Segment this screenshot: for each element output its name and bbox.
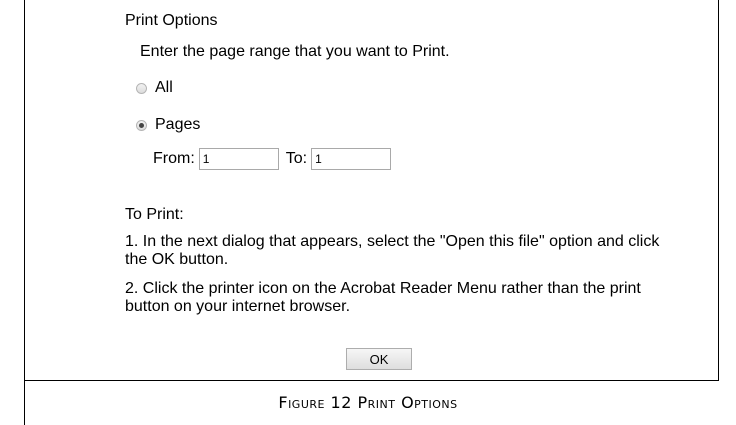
to-page-input[interactable]	[311, 148, 392, 170]
radio-pages-label: Pages	[155, 116, 201, 133]
radio-option-all[interactable]: All	[136, 79, 173, 97]
radio-option-pages[interactable]: Pages	[136, 116, 200, 134]
print-step-2: 2. Click the printer icon on the Acrobat…	[125, 280, 641, 315]
figure-caption: Figure 12 Print Options	[278, 393, 458, 412]
page-range-row: From: To:	[153, 148, 392, 170]
radio-all-button[interactable]	[136, 82, 147, 94]
from-page-input[interactable]	[198, 148, 279, 170]
dialog-title: Print Options	[125, 12, 218, 29]
from-label: From:	[153, 150, 195, 167]
radio-pages-button[interactable]	[136, 119, 147, 131]
frame-right-border	[718, 0, 719, 380]
page-range-instruction: Enter the page range that you want to Pr…	[140, 43, 450, 60]
frame-left-border	[24, 0, 25, 425]
to-label: To:	[285, 150, 308, 167]
radio-all-label: All	[155, 79, 173, 96]
ok-button[interactable]: OK	[346, 348, 412, 370]
print-step-1: 1. In the next dialog that appears, sele…	[125, 233, 660, 268]
to-print-heading: To Print:	[125, 206, 184, 223]
frame-bottom-border	[24, 380, 719, 381]
